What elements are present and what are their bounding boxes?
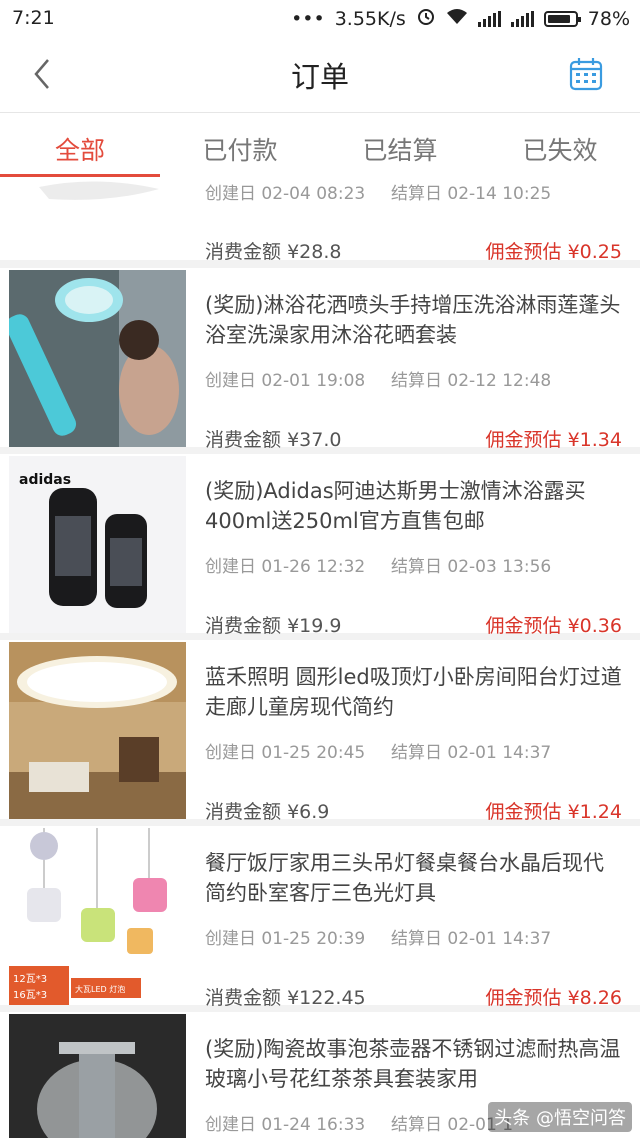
order-card[interactable]: 12瓦*3 16瓦*3 大瓦LED 灯泡 餐厅饭厅家用三头吊灯餐桌餐台水晶后现代… <box>0 826 640 1009</box>
product-image <box>9 270 186 447</box>
image-caption-2: 16瓦*3 <box>13 990 47 1001</box>
status-bar: 7:21 ••• 3.55K/s 78% <box>0 0 640 36</box>
created-date: 02-01 19:08 <box>261 371 366 391</box>
status-dots: ••• <box>291 7 325 30</box>
alarm-icon <box>416 6 436 31</box>
product-image: adidas <box>9 456 186 633</box>
created-label: 创建日 <box>205 743 256 763</box>
product-name: (奖励)Adidas阿迪达斯男士激情沐浴露买400ml送250ml官方直售包邮 <box>205 479 586 533</box>
tab-settled[interactable]: 已结算 <box>320 131 480 167</box>
created-label: 创建日 <box>205 929 256 949</box>
amount-label: 消费金额 <box>205 615 282 637</box>
settled-label: 结算日 <box>391 929 442 949</box>
commission-value: ¥0.25 <box>567 241 622 263</box>
created-date: 01-26 12:32 <box>261 557 366 577</box>
commission-value: ¥8.26 <box>567 987 622 1009</box>
product-image <box>9 1014 186 1138</box>
settled-label: 结算日 <box>391 184 442 204</box>
battery-level: 78% <box>587 7 630 30</box>
commission-value: ¥1.34 <box>567 429 622 451</box>
created-date: 02-04 08:23 <box>261 184 366 204</box>
created-label: 创建日 <box>205 184 256 204</box>
settled-date: 02-14 10:25 <box>447 184 552 204</box>
product-name: 餐厅饭厅家用三头吊灯餐桌餐台水晶后现代简约卧室客厅三色光灯具 <box>205 851 604 905</box>
created-label: 创建日 <box>205 1115 256 1135</box>
product-image <box>9 642 186 819</box>
nav-bar: 订单 <box>0 36 640 113</box>
settled-date: 02-01 14:37 <box>447 929 552 949</box>
order-card[interactable]: adidas (奖励)Adidas阿迪达斯男士激情沐浴露买400ml送250ml… <box>0 454 640 637</box>
tab-paid[interactable]: 已付款 <box>160 131 320 167</box>
calendar-button[interactable] <box>568 56 604 92</box>
product-image: 12瓦*3 16瓦*3 大瓦LED 灯泡 <box>9 828 186 1005</box>
order-card[interactable]: 蓝禾照明 圆形led吸顶灯小卧房间阳台灯过道走廊儿童房现代简约 创建日 01-2… <box>0 640 640 823</box>
tab-expired[interactable]: 已失效 <box>480 131 640 167</box>
product-name: 蓝禾照明 圆形led吸顶灯小卧房间阳台灯过道走廊儿童房现代简约 <box>205 665 622 719</box>
product-image <box>9 179 186 209</box>
amount-value: ¥37.0 <box>287 429 342 451</box>
page-title: 订单 <box>290 60 349 94</box>
commission-label: 佣金预估 <box>485 241 562 263</box>
amount-value: ¥122.45 <box>287 987 366 1009</box>
settled-label: 结算日 <box>391 1115 442 1135</box>
commission-label: 佣金预估 <box>485 801 562 823</box>
amount-value: ¥6.9 <box>287 801 330 823</box>
commission-label: 佣金预估 <box>485 429 562 451</box>
tab-bar: 全部 已付款 已结算 已失效 <box>0 113 640 179</box>
amount-label: 消费金额 <box>205 241 282 263</box>
settled-label: 结算日 <box>391 371 442 391</box>
settled-label: 结算日 <box>391 557 442 577</box>
amount-value: ¥28.8 <box>287 241 342 263</box>
commission-value: ¥1.24 <box>567 801 622 823</box>
commission-label: 佣金预估 <box>485 615 562 637</box>
product-name: (奖励)淋浴花洒喷头手持增压洗浴淋雨莲蓬头浴室洗澡家用沐浴花晒套装 <box>205 293 621 347</box>
product-name: (奖励)陶瓷故事泡茶壶器不锈钢过滤耐热高温玻璃小号花红茶茶具套装家用 <box>205 1037 621 1091</box>
amount-label: 消费金额 <box>205 429 282 451</box>
image-caption-1: 12瓦*3 <box>13 974 47 985</box>
brand-logo-text: adidas <box>19 472 71 488</box>
commission-value: ¥0.36 <box>567 615 622 637</box>
settled-date: 02-01 14:37 <box>447 743 552 763</box>
tab-all[interactable]: 全部 <box>0 131 160 167</box>
watermark: 头条 @悟空问答 <box>488 1102 632 1132</box>
signal-icon <box>477 10 501 27</box>
settled-label: 结算日 <box>391 743 442 763</box>
network-speed: 3.55K/s <box>334 7 406 30</box>
battery-icon <box>543 10 581 27</box>
order-card[interactable]: (奖励)淋浴花洒喷头手持增压洗浴淋雨莲蓬头浴室洗澡家用沐浴花晒套装 创建日 02… <box>0 268 640 451</box>
created-date: 01-24 16:33 <box>261 1115 366 1135</box>
amount-label: 消费金额 <box>205 801 282 823</box>
signal-icon-2 <box>510 10 534 27</box>
amount-value: ¥19.9 <box>287 615 342 637</box>
calendar-icon <box>568 58 604 96</box>
tab-indicator <box>0 174 160 177</box>
created-label: 创建日 <box>205 557 256 577</box>
created-date: 01-25 20:45 <box>261 743 366 763</box>
image-caption-3: 大瓦LED 灯泡 <box>75 984 125 994</box>
order-card[interactable]: 创建日 02-04 08:23 结算日 02-14 10:25 消费金额 ¥28… <box>0 179 640 263</box>
settled-date: 02-12 12:48 <box>447 371 552 391</box>
commission-label: 佣金预估 <box>485 987 562 1009</box>
created-date: 01-25 20:39 <box>261 929 366 949</box>
created-label: 创建日 <box>205 371 256 391</box>
wifi-icon <box>446 7 468 30</box>
settled-date: 02-03 13:56 <box>447 557 552 577</box>
amount-label: 消费金额 <box>205 987 282 1009</box>
status-time: 7:21 <box>12 7 55 29</box>
